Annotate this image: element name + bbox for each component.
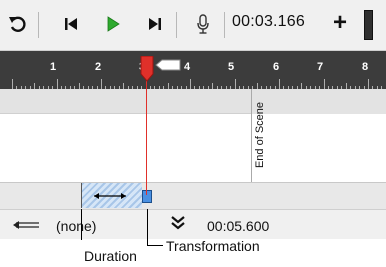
undo-icon[interactable] [5, 10, 31, 38]
toolbar-separator [224, 12, 225, 38]
add-button[interactable]: + [333, 9, 347, 37]
ruler-label: 1 [50, 61, 57, 73]
after-scene-header [269, 89, 386, 114]
ruler-tick [190, 79, 191, 89]
double-chevron-down-icon[interactable] [170, 216, 186, 230]
end-of-scene-label: End of Scene [254, 101, 266, 169]
transformation-callout-line [147, 209, 148, 245]
ruler-tick [12, 79, 13, 89]
skip-back-icon[interactable] [58, 10, 84, 38]
playhead-handle[interactable] [140, 56, 154, 82]
easing-value[interactable]: (none) [56, 218, 96, 234]
microphone-icon[interactable] [190, 10, 216, 38]
end-of-scene-marker: End of Scene [238, 102, 282, 168]
transformation-keyframe[interactable] [142, 190, 152, 203]
transformation-callout-line [147, 245, 163, 246]
ruler-tick [235, 79, 236, 89]
toolbar: 00:03.166 + [0, 0, 386, 50]
color-swatch[interactable] [364, 10, 373, 40]
timeline-ruler[interactable]: 12345678 [0, 51, 386, 89]
duration-range[interactable] [81, 183, 142, 208]
current-time-readout: 00:03.166 [232, 13, 305, 30]
ruler-tick [279, 79, 280, 89]
ruler-label: 4 [184, 61, 191, 73]
playhead-line [146, 70, 147, 195]
ruler-label: 6 [273, 61, 280, 73]
toolbar-separator [176, 12, 177, 38]
skip-forward-icon[interactable] [142, 10, 168, 38]
duration-callout-line [81, 209, 82, 240]
ruler-tick [324, 79, 325, 89]
ruler-label: 8 [362, 61, 369, 73]
transformation-callout-label: Transformation [166, 238, 260, 254]
double-arrow-icon [94, 193, 126, 199]
duration-callout-label: Duration [84, 248, 137, 264]
ruler-tick [368, 79, 369, 89]
ruler-tick [57, 79, 58, 89]
play-icon[interactable] [100, 10, 126, 38]
toolbar-separator [38, 12, 39, 38]
ruler-tick [101, 79, 102, 89]
transition-track[interactable] [0, 182, 386, 209]
duration-time: 00:05.600 [207, 218, 270, 234]
ruler-label: 5 [228, 61, 235, 73]
easing-arrow-icon [13, 221, 39, 229]
ruler-label: 7 [317, 61, 324, 73]
ruler-label: 2 [95, 61, 102, 73]
scene-track-area[interactable] [0, 114, 386, 182]
playhead-flag [155, 59, 181, 71]
